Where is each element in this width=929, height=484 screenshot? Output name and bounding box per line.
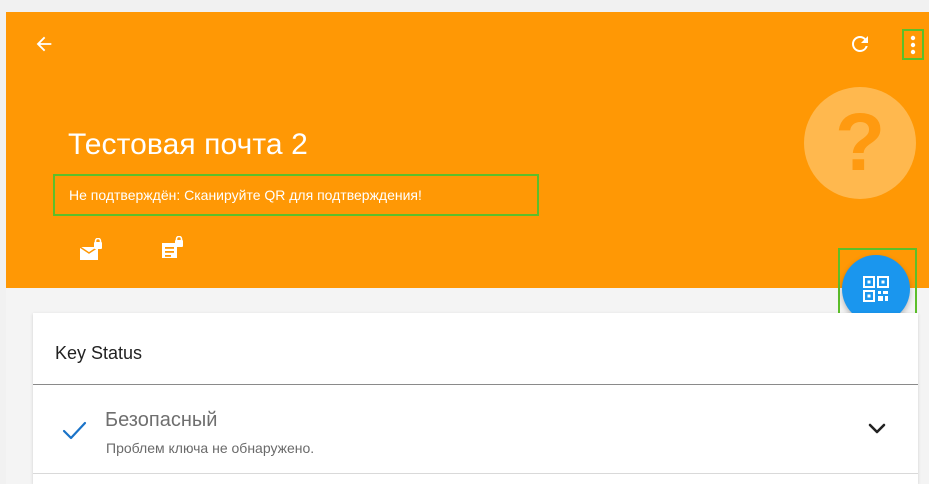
- key-status-description: Проблем ключа не обнаружено.: [106, 440, 315, 456]
- check-icon: [62, 421, 87, 440]
- arrow-left-icon: [36, 36, 52, 52]
- key-status-label: Безопасный: [105, 409, 218, 431]
- overflow-menu-button[interactable]: [902, 29, 924, 60]
- key-header: ? Тестовая почта 2 Не подтверждён: Скани…: [6, 12, 929, 288]
- question-mark-icon: ?: [834, 97, 886, 188]
- key-title: Тестовая почта 2: [68, 128, 308, 161]
- verification-warning: Не подтверждён: Сканируйте QR для подтве…: [53, 174, 539, 216]
- chevron-down-icon: [868, 423, 886, 434]
- card-header: Key Status: [33, 313, 918, 385]
- more-vert-icon: [910, 35, 916, 54]
- key-details-screen: ? Тестовая почта 2 Не подтверждён: Скани…: [6, 12, 929, 484]
- key-status-card: Key Status Безопасный Проблем ключа не о…: [33, 313, 918, 484]
- expand-status-button[interactable]: [865, 417, 889, 441]
- row-divider: [33, 473, 918, 474]
- back-button[interactable]: [30, 30, 58, 58]
- card-title: Key Status: [55, 343, 143, 363]
- can-sign-icon: [162, 236, 183, 258]
- refresh-button[interactable]: [846, 30, 874, 58]
- qr-code-icon: [863, 276, 889, 302]
- refresh-icon: [852, 36, 868, 52]
- unknown-status-badge: ?: [804, 87, 916, 199]
- verification-warning-text: Не подтверждён: Сканируйте QR для подтве…: [69, 187, 422, 203]
- can-encrypt-icon: [79, 238, 102, 260]
